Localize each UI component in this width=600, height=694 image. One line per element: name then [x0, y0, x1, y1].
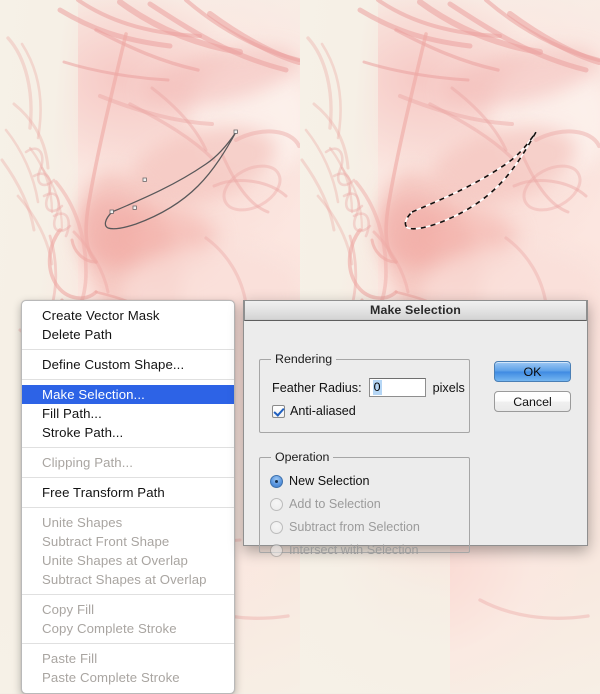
- menu-item-copy-fill: Copy Fill: [42, 602, 95, 617]
- radio-add-to-selection-label: Add to Selection: [289, 497, 381, 511]
- dialog-title: Make Selection: [370, 303, 461, 317]
- menu-group: Copy Fill Copy Complete Stroke: [22, 599, 234, 639]
- radio-subtract-from-selection: Subtract from Selection: [270, 520, 420, 534]
- feather-radius-input[interactable]: 0: [368, 378, 426, 397]
- menu-item-subtract-shapes-at-overlap: Subtract Shapes at Overlap: [42, 572, 207, 587]
- menu-item-subtract-front-shape: Subtract Front Shape: [42, 534, 170, 549]
- radio-subtract-from-selection-indicator: [270, 520, 283, 534]
- menu-separator: [22, 507, 234, 508]
- menu-separator: [22, 349, 234, 350]
- radio-new-selection-label: New Selection: [289, 474, 370, 488]
- menu-item-clipping-path: Clipping Path...: [42, 455, 134, 470]
- menu-item-unite-shapes: Unite Shapes: [42, 515, 123, 530]
- menu-separator: [22, 447, 234, 448]
- cancel-button[interactable]: Cancel: [494, 391, 571, 412]
- operation-legend: Operation: [271, 450, 334, 464]
- menu-group: Clipping Path...: [22, 452, 234, 473]
- menu-item-make-selection[interactable]: Make Selection...: [22, 385, 234, 404]
- radio-intersect-with-selection-label: Intersect with Selection: [289, 543, 419, 557]
- menu-separator: [22, 643, 234, 644]
- menu-separator: [22, 477, 234, 478]
- dialog-body: Rendering Feather Radius: 0 pixels Anti-…: [244, 321, 587, 557]
- rendering-legend: Rendering: [271, 352, 337, 366]
- menu-separator: [22, 594, 234, 595]
- make-selection-dialog[interactable]: Make Selection Rendering Feather Radius:…: [243, 300, 588, 557]
- menu-item-free-transform-path[interactable]: Free Transform Path: [22, 483, 234, 502]
- radio-new-selection[interactable]: New Selection: [270, 474, 370, 488]
- menu-group: Make Selection... Fill Path... Stroke Pa…: [22, 384, 234, 443]
- ok-button[interactable]: OK: [494, 361, 571, 382]
- rendering-groupbox: Rendering Feather Radius: 0 pixels Anti-…: [259, 352, 470, 433]
- menu-group: Unite Shapes Subtract Front Shape Unite …: [22, 512, 234, 590]
- radio-intersect-with-selection-indicator: [270, 543, 283, 557]
- anti-aliased-row[interactable]: Anti-aliased: [272, 404, 356, 418]
- menu-group: Free Transform Path: [22, 482, 234, 503]
- feather-radius-label: Feather Radius:: [272, 380, 362, 395]
- menu-item-paste-fill: Paste Fill: [42, 651, 98, 666]
- menu-item-copy-complete-stroke: Copy Complete Stroke: [42, 621, 177, 636]
- radio-add-to-selection-indicator: [270, 497, 283, 511]
- menu-item-define-custom-shape[interactable]: Define Custom Shape...: [22, 355, 234, 374]
- menu-item-create-vector-mask[interactable]: Create Vector Mask: [22, 306, 234, 325]
- operation-groupbox: Operation New Selection Add to Selection…: [259, 450, 470, 557]
- menu-item-fill-path[interactable]: Fill Path...: [22, 404, 234, 423]
- menu-group: Define Custom Shape...: [22, 354, 234, 375]
- radio-intersect-with-selection: Intersect with Selection: [270, 543, 419, 557]
- menu-group: Create Vector Mask Delete Path: [22, 305, 234, 345]
- radio-add-to-selection: Add to Selection: [270, 497, 381, 511]
- feather-radius-unit: pixels: [432, 380, 465, 395]
- anti-aliased-checkbox[interactable]: [272, 404, 285, 418]
- feather-radius-row: Feather Radius: 0 pixels: [272, 378, 465, 397]
- menu-separator: [22, 379, 234, 380]
- menu-item-unite-shapes-at-overlap: Unite Shapes at Overlap: [42, 553, 188, 568]
- anti-aliased-label: Anti-aliased: [290, 404, 356, 418]
- feather-radius-value: 0: [372, 380, 382, 395]
- menu-item-paste-complete-stroke: Paste Complete Stroke: [42, 670, 180, 685]
- menu-group: Paste Fill Paste Complete Stroke: [22, 648, 234, 688]
- radio-subtract-from-selection-label: Subtract from Selection: [289, 520, 420, 534]
- radio-new-selection-indicator[interactable]: [270, 474, 283, 488]
- menu-item-stroke-path[interactable]: Stroke Path...: [22, 423, 234, 442]
- dialog-titlebar[interactable]: Make Selection: [244, 300, 587, 321]
- paths-context-menu[interactable]: Create Vector Mask Delete Path Define Cu…: [21, 300, 235, 694]
- menu-item-delete-path[interactable]: Delete Path: [22, 325, 234, 344]
